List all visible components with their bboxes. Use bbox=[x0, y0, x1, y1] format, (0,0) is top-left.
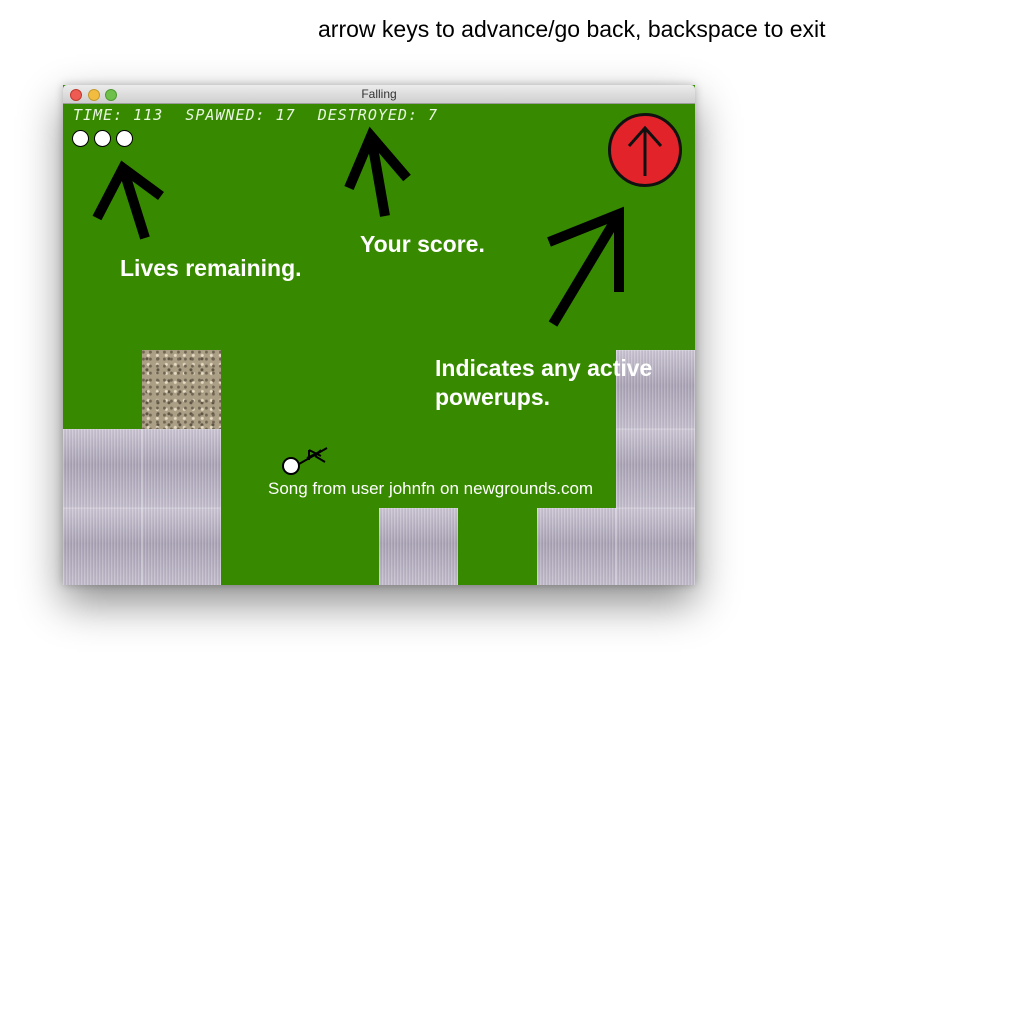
annotation-powerups-line2: powerups. bbox=[435, 384, 551, 410]
annotation-powerups-line1: Indicates any active bbox=[435, 355, 653, 381]
annotation-arrows bbox=[92, 126, 624, 327]
game-window: Falling TIME: 113 SPAWNED: 17 DESTROYED:… bbox=[63, 85, 695, 585]
song-credit: Song from user johnfn on newgrounds.com bbox=[268, 479, 594, 498]
annotation-score: Your score. bbox=[360, 231, 485, 257]
window-title: Falling bbox=[361, 87, 397, 101]
game-canvas[interactable]: TIME: 113 SPAWNED: 17 DESTROYED: 7 Lives… bbox=[63, 104, 695, 585]
title-bar[interactable]: Falling bbox=[63, 85, 695, 104]
instructions-text: arrow keys to advance/go back, backspace… bbox=[318, 16, 826, 42]
annotation-powerups: Indicates any active powerups. bbox=[435, 354, 652, 412]
annotation-lives: Lives remaining. bbox=[120, 255, 302, 281]
